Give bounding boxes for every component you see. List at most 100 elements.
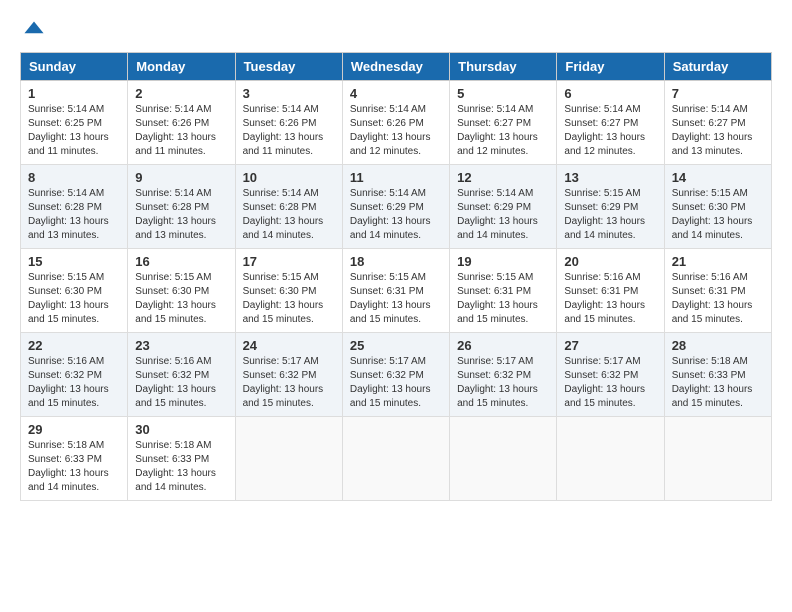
calendar-day-cell: 16 Sunrise: 5:15 AM Sunset: 6:30 PM Dayl… (128, 249, 235, 333)
day-info: Sunrise: 5:14 AM Sunset: 6:25 PM Dayligh… (28, 103, 120, 159)
calendar-day-cell (450, 417, 557, 501)
calendar-day-cell: 12 Sunrise: 5:14 AM Sunset: 6:29 PM Dayl… (450, 165, 557, 249)
day-info: Sunrise: 5:15 AM Sunset: 6:31 PM Dayligh… (350, 271, 442, 327)
day-number: 6 (564, 86, 656, 101)
calendar-body: 1 Sunrise: 5:14 AM Sunset: 6:25 PM Dayli… (21, 81, 772, 501)
calendar-day-cell: 4 Sunrise: 5:14 AM Sunset: 6:26 PM Dayli… (342, 81, 449, 165)
calendar-day-cell: 30 Sunrise: 5:18 AM Sunset: 6:33 PM Dayl… (128, 417, 235, 501)
day-info: Sunrise: 5:18 AM Sunset: 6:33 PM Dayligh… (672, 355, 764, 411)
calendar-header-cell: Saturday (664, 53, 771, 81)
calendar-day-cell (342, 417, 449, 501)
calendar-day-cell: 27 Sunrise: 5:17 AM Sunset: 6:32 PM Dayl… (557, 333, 664, 417)
calendar-day-cell (235, 417, 342, 501)
day-info: Sunrise: 5:14 AM Sunset: 6:28 PM Dayligh… (135, 187, 227, 243)
day-number: 3 (243, 86, 335, 101)
calendar-header-row: SundayMondayTuesdayWednesdayThursdayFrid… (21, 53, 772, 81)
logo (20, 20, 45, 42)
calendar-day-cell: 28 Sunrise: 5:18 AM Sunset: 6:33 PM Dayl… (664, 333, 771, 417)
day-number: 28 (672, 338, 764, 353)
day-number: 2 (135, 86, 227, 101)
day-info: Sunrise: 5:14 AM Sunset: 6:28 PM Dayligh… (243, 187, 335, 243)
day-number: 26 (457, 338, 549, 353)
day-info: Sunrise: 5:14 AM Sunset: 6:26 PM Dayligh… (243, 103, 335, 159)
day-info: Sunrise: 5:14 AM Sunset: 6:29 PM Dayligh… (457, 187, 549, 243)
day-info: Sunrise: 5:16 AM Sunset: 6:31 PM Dayligh… (564, 271, 656, 327)
calendar-day-cell: 19 Sunrise: 5:15 AM Sunset: 6:31 PM Dayl… (450, 249, 557, 333)
calendar-day-cell (557, 417, 664, 501)
day-number: 20 (564, 254, 656, 269)
day-number: 30 (135, 422, 227, 437)
calendar-week-row: 1 Sunrise: 5:14 AM Sunset: 6:25 PM Dayli… (21, 81, 772, 165)
day-number: 27 (564, 338, 656, 353)
calendar-week-row: 22 Sunrise: 5:16 AM Sunset: 6:32 PM Dayl… (21, 333, 772, 417)
day-info: Sunrise: 5:17 AM Sunset: 6:32 PM Dayligh… (350, 355, 442, 411)
day-info: Sunrise: 5:15 AM Sunset: 6:30 PM Dayligh… (135, 271, 227, 327)
calendar-day-cell: 14 Sunrise: 5:15 AM Sunset: 6:30 PM Dayl… (664, 165, 771, 249)
day-info: Sunrise: 5:17 AM Sunset: 6:32 PM Dayligh… (243, 355, 335, 411)
day-number: 23 (135, 338, 227, 353)
calendar-header-cell: Monday (128, 53, 235, 81)
day-info: Sunrise: 5:18 AM Sunset: 6:33 PM Dayligh… (28, 439, 120, 495)
calendar-table: SundayMondayTuesdayWednesdayThursdayFrid… (20, 52, 772, 501)
day-number: 29 (28, 422, 120, 437)
day-number: 25 (350, 338, 442, 353)
calendar-day-cell: 3 Sunrise: 5:14 AM Sunset: 6:26 PM Dayli… (235, 81, 342, 165)
day-info: Sunrise: 5:17 AM Sunset: 6:32 PM Dayligh… (457, 355, 549, 411)
day-number: 8 (28, 170, 120, 185)
calendar-day-cell: 6 Sunrise: 5:14 AM Sunset: 6:27 PM Dayli… (557, 81, 664, 165)
day-number: 15 (28, 254, 120, 269)
calendar-week-row: 29 Sunrise: 5:18 AM Sunset: 6:33 PM Dayl… (21, 417, 772, 501)
calendar-day-cell: 29 Sunrise: 5:18 AM Sunset: 6:33 PM Dayl… (21, 417, 128, 501)
day-info: Sunrise: 5:14 AM Sunset: 6:27 PM Dayligh… (564, 103, 656, 159)
calendar-day-cell: 25 Sunrise: 5:17 AM Sunset: 6:32 PM Dayl… (342, 333, 449, 417)
calendar-day-cell: 9 Sunrise: 5:14 AM Sunset: 6:28 PM Dayli… (128, 165, 235, 249)
day-number: 10 (243, 170, 335, 185)
calendar-header-cell: Wednesday (342, 53, 449, 81)
day-number: 4 (350, 86, 442, 101)
day-number: 18 (350, 254, 442, 269)
calendar-week-row: 15 Sunrise: 5:15 AM Sunset: 6:30 PM Dayl… (21, 249, 772, 333)
calendar-day-cell (664, 417, 771, 501)
day-number: 11 (350, 170, 442, 185)
calendar-day-cell: 5 Sunrise: 5:14 AM Sunset: 6:27 PM Dayli… (450, 81, 557, 165)
calendar-day-cell: 23 Sunrise: 5:16 AM Sunset: 6:32 PM Dayl… (128, 333, 235, 417)
calendar-day-cell: 10 Sunrise: 5:14 AM Sunset: 6:28 PM Dayl… (235, 165, 342, 249)
calendar-day-cell: 22 Sunrise: 5:16 AM Sunset: 6:32 PM Dayl… (21, 333, 128, 417)
day-info: Sunrise: 5:14 AM Sunset: 6:27 PM Dayligh… (672, 103, 764, 159)
calendar-day-cell: 17 Sunrise: 5:15 AM Sunset: 6:30 PM Dayl… (235, 249, 342, 333)
day-number: 9 (135, 170, 227, 185)
day-number: 17 (243, 254, 335, 269)
day-number: 12 (457, 170, 549, 185)
day-info: Sunrise: 5:17 AM Sunset: 6:32 PM Dayligh… (564, 355, 656, 411)
calendar-day-cell: 7 Sunrise: 5:14 AM Sunset: 6:27 PM Dayli… (664, 81, 771, 165)
day-number: 14 (672, 170, 764, 185)
day-number: 24 (243, 338, 335, 353)
calendar-day-cell: 26 Sunrise: 5:17 AM Sunset: 6:32 PM Dayl… (450, 333, 557, 417)
calendar-header-cell: Friday (557, 53, 664, 81)
day-info: Sunrise: 5:16 AM Sunset: 6:32 PM Dayligh… (135, 355, 227, 411)
day-info: Sunrise: 5:16 AM Sunset: 6:32 PM Dayligh… (28, 355, 120, 411)
day-number: 5 (457, 86, 549, 101)
day-info: Sunrise: 5:14 AM Sunset: 6:29 PM Dayligh… (350, 187, 442, 243)
calendar-header-cell: Tuesday (235, 53, 342, 81)
calendar-day-cell: 24 Sunrise: 5:17 AM Sunset: 6:32 PM Dayl… (235, 333, 342, 417)
calendar-day-cell: 1 Sunrise: 5:14 AM Sunset: 6:25 PM Dayli… (21, 81, 128, 165)
day-number: 22 (28, 338, 120, 353)
logo-icon (23, 20, 45, 42)
day-info: Sunrise: 5:18 AM Sunset: 6:33 PM Dayligh… (135, 439, 227, 495)
calendar-day-cell: 11 Sunrise: 5:14 AM Sunset: 6:29 PM Dayl… (342, 165, 449, 249)
calendar-day-cell: 21 Sunrise: 5:16 AM Sunset: 6:31 PM Dayl… (664, 249, 771, 333)
calendar-header-cell: Thursday (450, 53, 557, 81)
day-info: Sunrise: 5:14 AM Sunset: 6:28 PM Dayligh… (28, 187, 120, 243)
day-info: Sunrise: 5:16 AM Sunset: 6:31 PM Dayligh… (672, 271, 764, 327)
calendar-day-cell: 15 Sunrise: 5:15 AM Sunset: 6:30 PM Dayl… (21, 249, 128, 333)
day-info: Sunrise: 5:15 AM Sunset: 6:30 PM Dayligh… (28, 271, 120, 327)
calendar-day-cell: 8 Sunrise: 5:14 AM Sunset: 6:28 PM Dayli… (21, 165, 128, 249)
day-number: 7 (672, 86, 764, 101)
day-info: Sunrise: 5:15 AM Sunset: 6:30 PM Dayligh… (672, 187, 764, 243)
day-info: Sunrise: 5:15 AM Sunset: 6:29 PM Dayligh… (564, 187, 656, 243)
day-number: 19 (457, 254, 549, 269)
calendar-day-cell: 13 Sunrise: 5:15 AM Sunset: 6:29 PM Dayl… (557, 165, 664, 249)
calendar-week-row: 8 Sunrise: 5:14 AM Sunset: 6:28 PM Dayli… (21, 165, 772, 249)
day-number: 13 (564, 170, 656, 185)
